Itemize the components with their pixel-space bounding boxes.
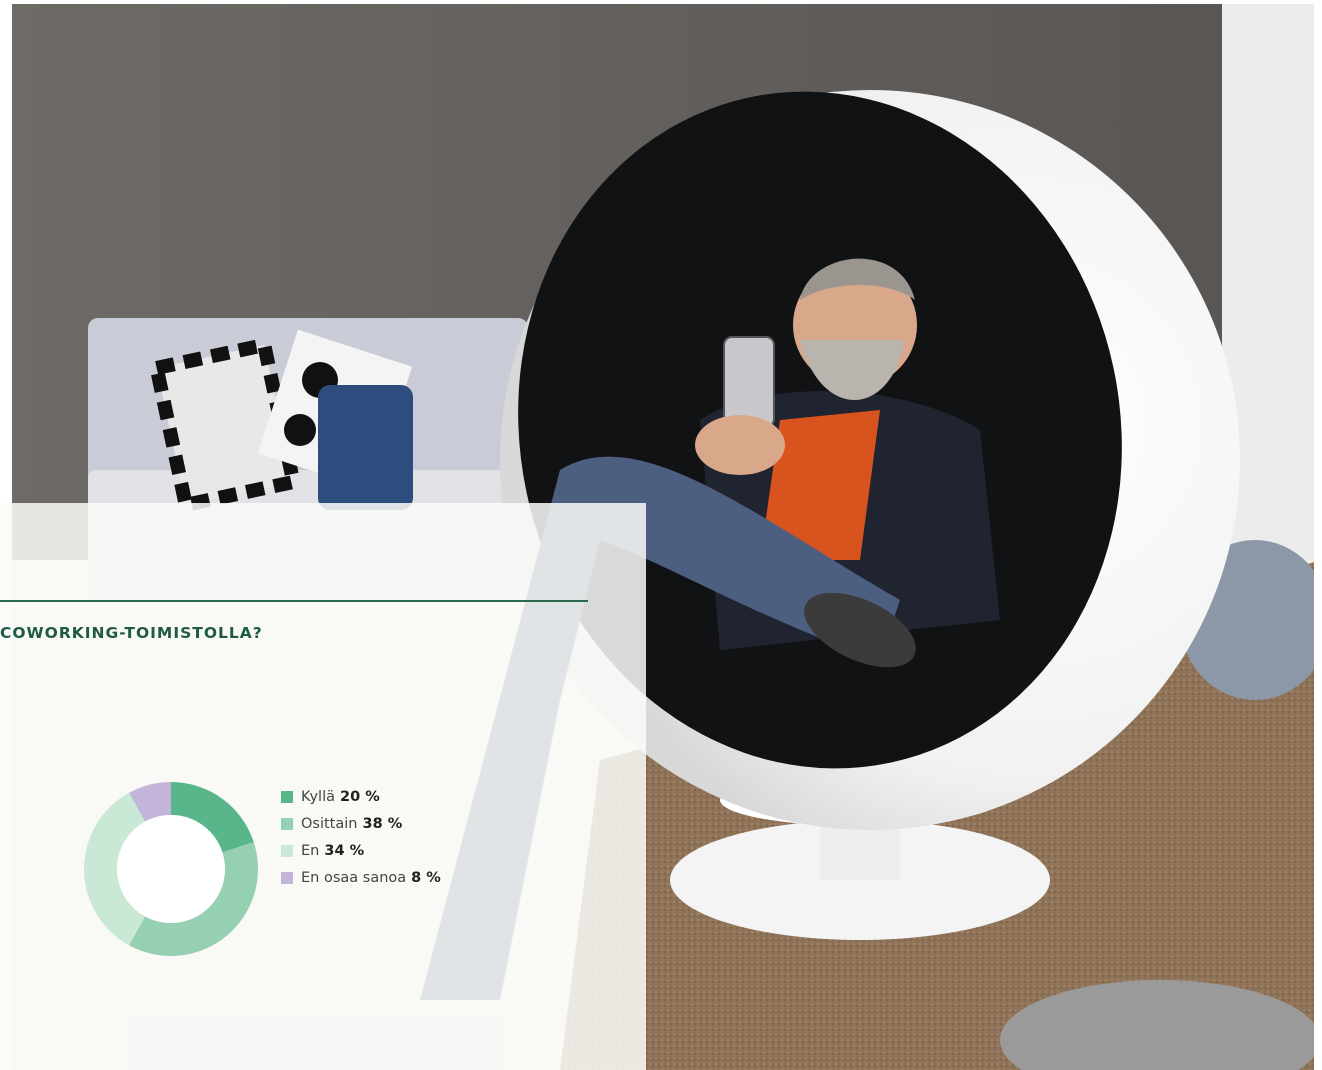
legend-swatch [281,871,293,884]
legend-item: En osaa sanoa 8 % [281,864,621,891]
legend-swatch [281,817,293,830]
survey-panel: COWORKING-TOIMISTOLLA? Kyllä 20 % Osittain… [0,503,646,1070]
legend-value: 20 % [339,788,380,805]
legend-swatch [281,844,293,857]
blue-cushion [318,385,413,510]
legend-label: Osittain [301,815,358,832]
legend-value: 38 % [362,815,403,832]
legend-item: Kyllä 20 % [281,783,621,810]
survey-question: COWORKING-TOIMISTOLLA? [0,624,263,642]
legend-label: Kyllä [301,788,335,805]
legend-swatch [281,790,293,803]
chart-legend: Kyllä 20 % Osittain 38 % En 34 % En osaa sanoa… [281,783,621,891]
photo-frame-right [1314,0,1322,1070]
legend-label: En osaa sanoa [301,869,407,886]
legend-label: En [301,842,320,859]
legend-value: 8 % [411,869,441,886]
legend-value: 34 % [324,842,365,859]
divider-rule [0,600,588,602]
donut-hole [117,815,225,923]
phone [723,336,775,428]
legend-item: Osittain 38 % [281,810,621,837]
hands [695,415,785,475]
donut-chart [84,782,258,956]
legend-item: En 34 % [281,837,621,864]
photo-frame-top [0,0,1322,4]
